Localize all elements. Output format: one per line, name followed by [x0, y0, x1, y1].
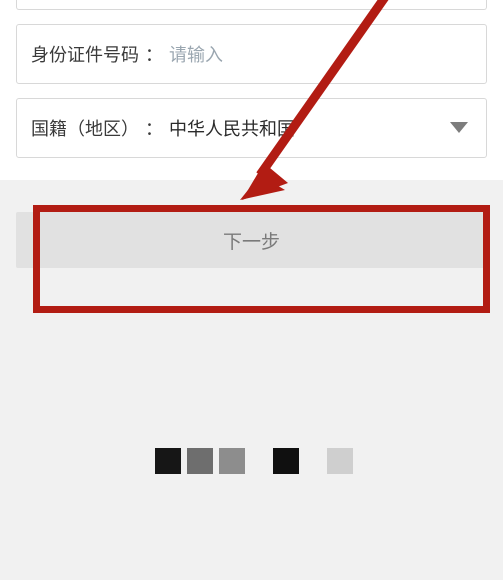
id-number-placeholder: 请输入 [169, 41, 223, 67]
loader-dot [155, 448, 181, 474]
nationality-label: 国籍（地区） [31, 115, 139, 141]
loader-dot [273, 448, 299, 474]
next-button[interactable]: 下一步 [16, 212, 487, 268]
form-area: 身份证件号码 ： 请输入 国籍（地区） ： 中华人民共和国 [0, 0, 503, 158]
nationality-value: 中华人民共和国 [169, 115, 295, 141]
lower-area: 下一步 [0, 180, 503, 580]
loader-dot [187, 448, 213, 474]
id-number-label: 身份证件号码 [31, 41, 139, 67]
next-button-wrap: 下一步 [16, 212, 487, 268]
loader-dot [327, 448, 353, 474]
chevron-down-icon [450, 122, 468, 134]
field-partial-top [16, 0, 487, 10]
id-number-field[interactable]: 身份证件号码 ： 请输入 [16, 24, 487, 84]
loading-indicator [155, 448, 353, 474]
id-number-separator: ： [145, 41, 163, 67]
loader-dot [251, 448, 267, 474]
nationality-field[interactable]: 国籍（地区） ： 中华人民共和国 [16, 98, 487, 158]
loader-dot [219, 448, 245, 474]
nationality-separator: ： [145, 115, 163, 141]
loader-dot [305, 448, 321, 474]
